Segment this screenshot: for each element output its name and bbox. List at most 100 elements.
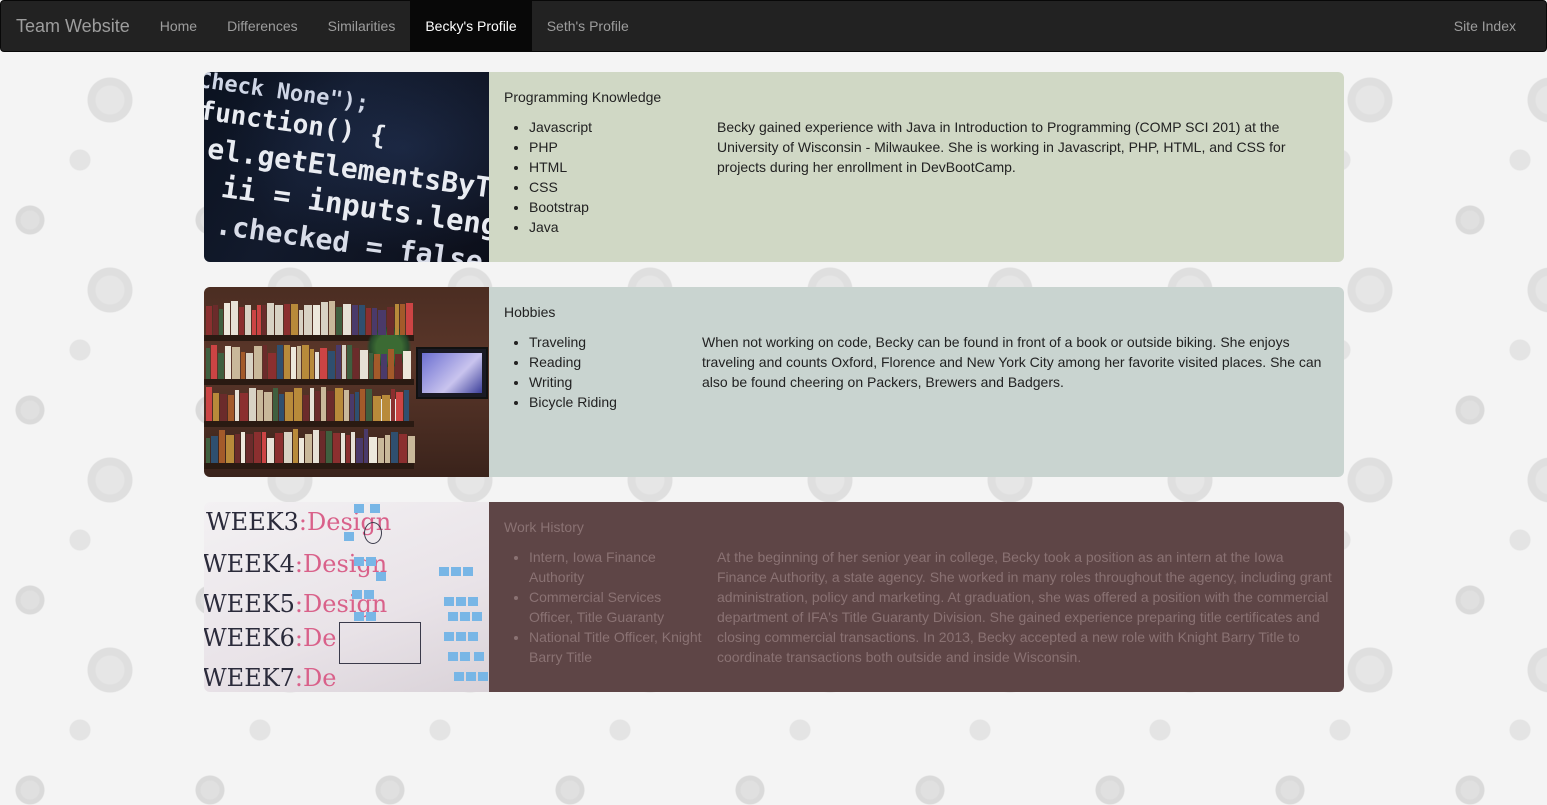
book [220,394,227,421]
list-item: Bicycle Riding [529,392,704,412]
book [326,431,332,463]
sticky-note [456,632,466,641]
board-drawing [364,522,382,544]
sticky-note [376,572,386,581]
book [310,388,314,421]
brand-link[interactable]: Team Website [1,1,145,51]
book [219,309,223,335]
sticky-note [364,590,374,599]
list-item: HTML [529,157,704,177]
sticky-note [472,612,482,621]
book [336,345,341,379]
nav-item-similarities[interactable]: Similarities [313,1,411,51]
list-item: Javascript [529,117,704,137]
book [385,435,390,463]
book [224,303,230,335]
book [369,437,377,463]
book [249,388,256,421]
sticky-note [474,652,484,661]
book [284,304,290,335]
book [344,390,349,421]
nav-item-site-index[interactable]: Site Index [1439,1,1546,51]
book [372,308,377,335]
book [275,433,283,463]
book [364,429,368,463]
book [228,395,234,421]
sticky-note [448,612,458,621]
book [359,305,365,335]
sticky-note [354,612,364,621]
list-item: Writing [529,372,704,392]
section-title: Hobbies [504,304,556,320]
book [226,435,234,463]
book [403,351,411,379]
book [268,353,276,379]
book [378,310,386,335]
book [291,304,298,335]
book [267,303,274,335]
nav-item-beckys-profile[interactable]: Becky's Profile [410,1,532,51]
book [297,346,301,379]
book [225,346,231,379]
sticky-note [478,672,488,681]
sticky-note [454,672,464,681]
top-navbar: Team Website Home Differences Similariti… [0,0,1547,52]
book [396,392,403,421]
book [252,310,256,335]
book [211,436,218,463]
sticky-note [366,612,376,621]
sticky-note [444,632,454,641]
book [206,306,212,335]
sticky-note [439,567,449,576]
book [246,353,253,379]
book [352,305,358,335]
book [213,393,219,421]
sticky-note [468,632,478,641]
sticky-note [352,590,362,599]
book [206,348,210,379]
book [406,303,413,335]
book [218,353,224,379]
book [369,353,373,379]
nav-item-home[interactable]: Home [145,1,212,51]
book [335,388,343,421]
sticky-note [463,567,473,576]
book [400,304,405,335]
book [257,305,261,335]
nav-item-differences[interactable]: Differences [212,1,313,51]
book [360,350,368,379]
sticky-note [468,597,478,606]
book [315,352,319,379]
sticky-note [448,652,458,661]
book [246,434,253,463]
book [328,351,335,379]
book [241,432,245,463]
book [343,304,351,335]
nav-menu: Home Differences Similarities Becky's Pr… [145,1,644,51]
nav-item-seths-profile[interactable]: Seth's Profile [532,1,644,51]
book [206,387,212,421]
book [381,354,387,379]
work-history-list: Intern, Iowa Finance Authority Commercia… [504,547,704,667]
list-item: PHP [529,137,704,157]
sticky-note [460,612,470,621]
book [310,349,314,379]
book [313,430,319,463]
book [235,390,239,421]
book [351,432,355,463]
book [313,305,320,335]
book [299,438,304,463]
book [374,354,380,379]
section-description: At the beginning of her senior year in c… [717,549,1332,665]
list-item: CSS [529,177,704,197]
book [366,389,372,421]
skills-list: Javascript PHP HTML CSS Bootstrap Java [504,117,704,237]
book [391,432,398,463]
code-screen-image: Check None"); function() { el.getElement… [204,72,489,262]
book [293,429,298,463]
book [275,305,283,335]
book [241,352,245,379]
book [239,307,244,335]
book [304,305,312,335]
section-title: Programming Knowledge [504,89,662,105]
